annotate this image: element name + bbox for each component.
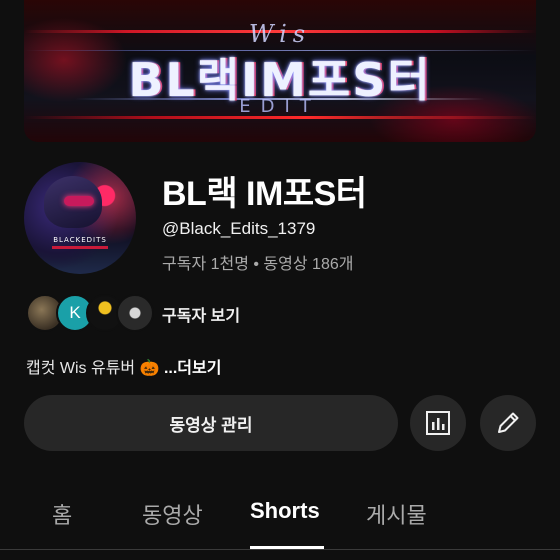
subscriber-avatar (116, 294, 154, 332)
avatar-visor (64, 196, 94, 206)
edit-button[interactable] (480, 395, 536, 451)
channel-handle: @Black_Edits_1379 (162, 219, 316, 238)
description-text: 캡컷 Wis 유튜버 🎃 (26, 360, 164, 377)
bar-chart-icon (426, 411, 450, 435)
tab-videos[interactable]: 동영상 (142, 498, 203, 530)
banner-sub-text: EDIT (239, 96, 321, 117)
tab-posts[interactable]: 게시물 (366, 498, 427, 530)
channel-name: BL랙 IM포S터 (162, 175, 367, 213)
see-subscribers-link[interactable]: 구독자 보기 (162, 302, 240, 326)
tabs-divider (0, 549, 560, 550)
channel-page: Wis BL랙IM포S터 EDIT BLACKEDITS BL랙 IM포S터 @… (0, 0, 560, 560)
tab-home[interactable]: 홈 (52, 498, 72, 530)
active-tab-indicator (250, 546, 324, 549)
manage-videos-button[interactable]: 동영상 관리 (24, 395, 398, 451)
channel-stats: 구독자 1천명 • 동영상 186개 (162, 256, 354, 273)
more-link[interactable]: ...더보기 (164, 360, 222, 377)
analytics-button[interactable] (410, 395, 466, 451)
avatar-logo-text: BLACKEDITS (53, 236, 107, 244)
channel-avatar[interactable]: BLACKEDITS (24, 162, 136, 274)
tab-shorts[interactable]: Shorts (250, 498, 320, 524)
channel-banner: Wis BL랙IM포S터 EDIT (24, 0, 536, 142)
avatar-logo-bar (52, 246, 108, 249)
channel-tabs: 홈 동영상 Shorts 게시물 (0, 488, 560, 560)
pencil-icon (498, 412, 519, 433)
subscriber-avatars[interactable]: K (26, 294, 156, 332)
channel-description[interactable]: 캡컷 Wis 유튜버 🎃 ...더보기 (26, 354, 221, 378)
